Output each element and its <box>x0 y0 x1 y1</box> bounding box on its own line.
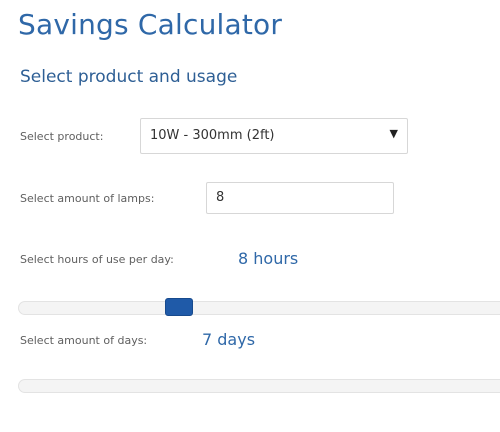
days-label: Select amount of days: <box>20 334 148 347</box>
lamps-label: Select amount of lamps: <box>20 192 155 205</box>
page-title: Savings Calculator <box>18 8 283 41</box>
chevron-down-icon: ▼ <box>389 127 398 140</box>
savings-calculator: Savings Calculator Select product and us… <box>0 0 500 432</box>
product-select[interactable]: 10W - 300mm (2ft) ▼ <box>140 118 408 154</box>
days-value: 7 days <box>202 330 256 349</box>
hours-slider-handle[interactable] <box>165 298 194 316</box>
days-slider[interactable] <box>18 379 500 393</box>
hours-label: Select hours of use per day: <box>20 253 174 266</box>
product-select-value: 10W - 300mm (2ft) <box>150 128 275 143</box>
lamps-input[interactable]: 8 <box>206 182 394 214</box>
hours-value: 8 hours <box>238 249 299 268</box>
section-title: Select product and usage <box>20 67 238 87</box>
product-label: Select product: <box>20 130 104 143</box>
hours-slider[interactable] <box>18 298 500 316</box>
